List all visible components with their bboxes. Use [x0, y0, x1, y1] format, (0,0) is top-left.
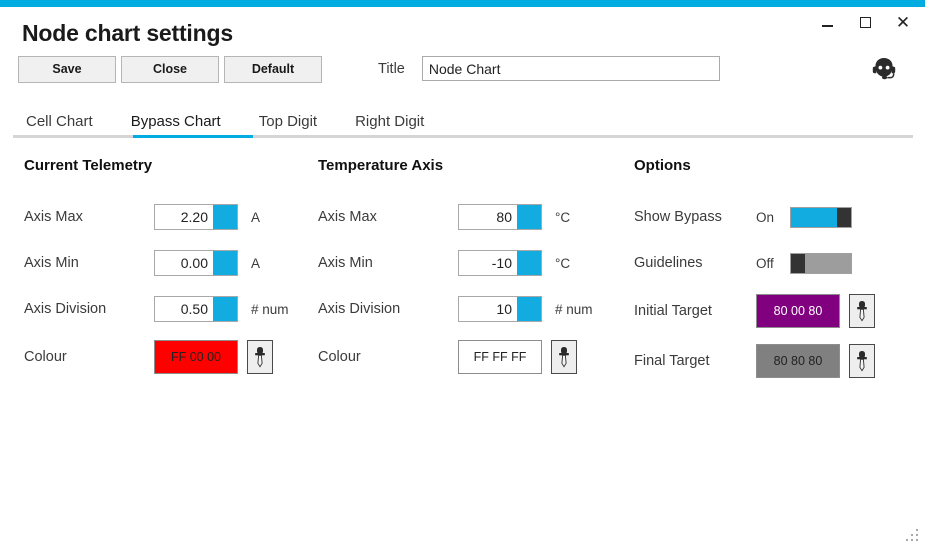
- temperature-axis-min-unit: °C: [555, 255, 571, 271]
- current-axis-min-stepper[interactable]: [213, 251, 237, 275]
- current-axis-max-unit: A: [251, 209, 261, 225]
- temperature-axis-division-label: Axis Division: [318, 301, 401, 317]
- final-target-label: Final Target: [634, 353, 710, 369]
- tab-right-digit[interactable]: Right Digit: [355, 113, 424, 132]
- current-telemetry-title: Current Telemetry: [24, 157, 153, 174]
- temperature-colour-label: Colour: [318, 349, 361, 365]
- current-telemetry-section: Current Telemetry Axis Max 2.20 A Axis M…: [24, 157, 289, 382]
- options-title: Options: [634, 157, 691, 174]
- guidelines-toggle-thumb: [791, 253, 805, 273]
- current-axis-min-row: Axis Min 0.00 A: [24, 240, 289, 286]
- current-axis-division-label: Axis Division: [24, 301, 107, 317]
- final-target-swatch[interactable]: 80 80 80: [756, 344, 840, 378]
- show-bypass-toggle-thumb: [837, 207, 851, 227]
- tab-bypass-chart[interactable]: Bypass Chart: [131, 113, 221, 132]
- temperature-axis-min-label: Axis Min: [318, 255, 373, 271]
- show-bypass-toggle[interactable]: [790, 206, 852, 228]
- initial-target-picker-button[interactable]: [849, 294, 875, 328]
- current-axis-min-value: 0.00: [180, 255, 208, 271]
- temperature-axis-min-value: -10: [491, 255, 512, 271]
- current-colour-swatch[interactable]: FF 00 00: [154, 340, 238, 374]
- eyedropper-icon: [255, 347, 265, 368]
- guidelines-label: Guidelines: [634, 255, 703, 271]
- current-axis-max-label: Axis Max: [24, 209, 83, 225]
- temperature-axis-min-stepper[interactable]: [517, 251, 541, 275]
- guidelines-toggle-track: [805, 253, 851, 273]
- page-title: Node chart settings: [22, 20, 233, 46]
- initial-target-row: Initial Target 80 00 80: [634, 286, 875, 336]
- tab-active-indicator: [133, 135, 253, 138]
- temperature-colour-swatch[interactable]: FF FF FF: [458, 340, 542, 374]
- final-target-row: Final Target 80 80 80: [634, 336, 875, 386]
- chart-title-input[interactable]: [421, 56, 720, 81]
- support-agent-headset-icon[interactable]: [867, 54, 901, 88]
- tab-bar: Cell Chart Bypass Chart Top Digit Right …: [0, 104, 925, 132]
- show-bypass-toggle-track: [791, 207, 837, 227]
- close-dialog-button[interactable]: Close: [121, 56, 219, 83]
- temperature-axis-max-label: Axis Max: [318, 209, 377, 225]
- guidelines-row: Guidelines Off: [634, 240, 875, 286]
- window-accent-bar: [0, 0, 925, 7]
- current-axis-max-value: 2.20: [180, 209, 208, 225]
- toolbar: Save Close Default: [18, 56, 327, 83]
- temperature-axis-max-row: Axis Max 80 °C: [318, 194, 593, 240]
- initial-target-swatch[interactable]: 80 00 80: [756, 294, 840, 328]
- final-target-picker-button[interactable]: [849, 344, 875, 378]
- current-axis-min-label: Axis Min: [24, 255, 79, 271]
- current-axis-max-input[interactable]: 2.20: [154, 204, 238, 230]
- current-axis-division-unit: # num: [251, 301, 289, 317]
- temperature-axis-title: Temperature Axis: [318, 157, 444, 174]
- temperature-axis-section: Temperature Axis Axis Max 80 °C Axis Min…: [318, 157, 593, 382]
- current-axis-division-stepper[interactable]: [213, 297, 237, 321]
- show-bypass-label: Show Bypass: [634, 209, 722, 225]
- title-field-group: Title: [378, 56, 720, 81]
- options-section: Options Show Bypass On Guidelines Off In…: [634, 157, 875, 386]
- current-axis-division-value: 0.50: [180, 301, 208, 317]
- save-button[interactable]: Save: [18, 56, 116, 83]
- window-controls: ✕: [817, 12, 913, 32]
- temperature-axis-min-row: Axis Min -10 °C: [318, 240, 593, 286]
- default-button[interactable]: Default: [224, 56, 322, 83]
- current-axis-min-input[interactable]: 0.00: [154, 250, 238, 276]
- current-axis-division-row: Axis Division 0.50 # num: [24, 286, 289, 332]
- current-colour-label: Colour: [24, 349, 67, 365]
- tab-cell-chart[interactable]: Cell Chart: [26, 113, 93, 132]
- current-axis-division-input[interactable]: 0.50: [154, 296, 238, 322]
- minimize-button[interactable]: [817, 12, 837, 32]
- current-axis-max-row: Axis Max 2.20 A: [24, 194, 289, 240]
- maximize-button[interactable]: [855, 12, 875, 32]
- temperature-axis-division-stepper[interactable]: [517, 297, 541, 321]
- temperature-axis-division-input[interactable]: 10: [458, 296, 542, 322]
- resize-grip-icon[interactable]: [906, 529, 919, 542]
- temperature-axis-max-stepper[interactable]: [517, 205, 541, 229]
- close-icon: ✕: [895, 12, 911, 32]
- temperature-colour-picker-button[interactable]: [551, 340, 577, 374]
- temperature-axis-division-unit: # num: [555, 301, 593, 317]
- show-bypass-state: On: [756, 209, 775, 225]
- eyedropper-icon: [857, 301, 867, 322]
- initial-target-label: Initial Target: [634, 303, 712, 319]
- temperature-axis-max-input[interactable]: 80: [458, 204, 542, 230]
- maximize-icon: [859, 16, 871, 28]
- title-label: Title: [378, 60, 405, 77]
- current-colour-picker-button[interactable]: [247, 340, 273, 374]
- show-bypass-row: Show Bypass On: [634, 194, 875, 240]
- guidelines-toggle[interactable]: [790, 252, 852, 274]
- current-axis-min-unit: A: [251, 255, 261, 271]
- temperature-axis-division-row: Axis Division 10 # num: [318, 286, 593, 332]
- temperature-axis-max-value: 80: [496, 209, 512, 225]
- eyedropper-icon: [857, 351, 867, 372]
- current-axis-max-stepper[interactable]: [213, 205, 237, 229]
- current-colour-row: Colour FF 00 00: [24, 332, 289, 382]
- temperature-axis-division-value: 10: [496, 301, 512, 317]
- eyedropper-icon: [559, 347, 569, 368]
- minimize-icon: [821, 25, 833, 27]
- tab-top-digit[interactable]: Top Digit: [259, 113, 317, 132]
- close-button[interactable]: ✕: [893, 12, 913, 32]
- temperature-axis-max-unit: °C: [555, 209, 571, 225]
- guidelines-state: Off: [756, 255, 774, 271]
- temperature-colour-row: Colour FF FF FF: [318, 332, 593, 382]
- temperature-axis-min-input[interactable]: -10: [458, 250, 542, 276]
